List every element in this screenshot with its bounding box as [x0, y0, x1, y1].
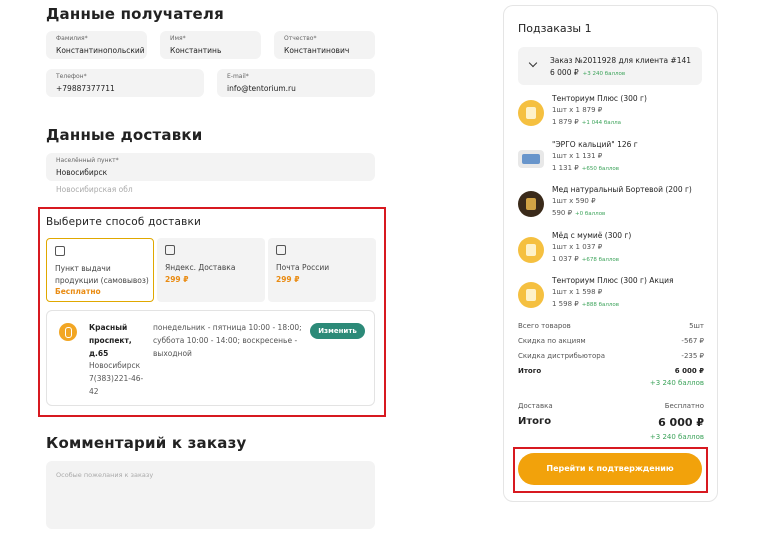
item-qty: 1шт x 1 037 ₽	[552, 243, 603, 251]
delivery-option-price: 299 ₽	[165, 275, 189, 284]
item-price: 1 598 ₽ +888 баллов	[552, 300, 619, 308]
product-thumbnail	[518, 237, 544, 263]
subtotal-row: Итого 6 000 ₽	[518, 367, 704, 375]
comment-input[interactable]: Особые пожелания к заказу	[46, 461, 375, 529]
delivery-row: Доставка Бесплатно	[518, 402, 704, 410]
item-name: "ЭРГО кальций" 126 г	[552, 140, 638, 149]
delivery-option-pickup[interactable]: Пункт выдачи продукции (самовывоз) Беспл…	[46, 238, 154, 302]
email-value: info@tentorium.ru	[227, 84, 296, 93]
order-title: Заказ №2011928 для клиента #141	[550, 56, 692, 65]
promo-discount-row: Скидка по акциям -567 ₽	[518, 337, 704, 345]
delivery-option-name: Пункт выдачи продукции (самовывоз)	[55, 264, 149, 285]
tentorium-logo-icon	[59, 323, 77, 341]
pickup-point-card: Красный проспект, д.65 Новосибирск 7(383…	[46, 310, 375, 406]
surname-value: Константинопольский	[56, 46, 145, 55]
delivery-option-price: Бесплатно	[55, 287, 101, 296]
list-item: Тенториум Плюс (300 г) Акция 1шт x 1 598…	[518, 276, 708, 318]
item-name: Тенториум Плюс (300 г)	[552, 94, 647, 103]
pickup-address: Красный проспект, д.65	[89, 323, 132, 358]
list-item: Мёд с мумиё (300 г) 1шт x 1 037 ₽ 1 037 …	[518, 231, 708, 273]
delivery-option-post[interactable]: Почта России 299 ₽	[268, 238, 376, 302]
region-hint: Новосибирская обл	[56, 185, 133, 194]
delivery-option-name: Почта России	[276, 263, 330, 272]
order-accordion[interactable]: Заказ №2011928 для клиента #141 6 000 ₽ +…	[518, 47, 702, 85]
pickup-hours: понедельник - пятница 10:00 - 18:00; суб…	[153, 323, 302, 358]
delivery-option-yandex[interactable]: Яндекс. Доставка 299 ₽	[157, 238, 265, 302]
product-thumbnail	[518, 191, 544, 217]
phone-label: Телефон*	[56, 73, 87, 80]
phone-field[interactable]: Телефон* +79887377711	[46, 69, 204, 97]
bag-icon	[55, 246, 65, 256]
list-item: "ЭРГО кальций" 126 г 1шт x 1 131 ₽ 1 131…	[518, 140, 708, 182]
list-item: Тенториум Плюс (300 г) 1шт x 1 879 ₽ 1 8…	[518, 94, 708, 136]
item-name: Тенториум Плюс (300 г) Акция	[552, 276, 674, 285]
bag-check-icon	[165, 245, 175, 255]
name-value: Константинь	[170, 46, 222, 55]
item-name: Мед натуральный Бортевой (200 г)	[552, 185, 692, 194]
delivery-method-title: Выберите способ доставки	[46, 216, 202, 228]
delivery-option-price: 299 ₽	[276, 275, 300, 284]
comment-placeholder: Особые пожелания к заказу	[56, 471, 154, 479]
product-thumbnail	[518, 282, 544, 308]
delivery-title: Данные доставки	[46, 126, 203, 144]
recipient-title: Данные получателя	[46, 5, 224, 23]
item-qty: 1шт x 1 131 ₽	[552, 152, 603, 160]
item-price: 1 037 ₽ +678 баллов	[552, 255, 619, 263]
item-qty: 1шт x 590 ₽	[552, 197, 596, 205]
patronymic-value: Константинович	[284, 46, 350, 55]
patronymic-label: Отчество*	[284, 35, 317, 42]
email-label: E-mail*	[227, 73, 249, 80]
surname-label: Фамилия*	[56, 35, 88, 42]
change-pickup-button[interactable]: Изменить	[310, 323, 365, 339]
delivery-option-name: Яндекс. Доставка	[165, 263, 236, 272]
suborders-title: Подзаказы 1	[518, 22, 592, 35]
pickup-city: Новосибирск	[89, 361, 141, 370]
item-qty: 1шт x 1 598 ₽	[552, 288, 603, 296]
patronymic-field[interactable]: Отчество* Константинович	[274, 31, 375, 59]
chevron-down-icon	[528, 58, 538, 68]
item-price: 1 879 ₽ +1 044 балла	[552, 118, 621, 126]
name-label: Имя*	[170, 35, 186, 42]
city-field[interactable]: Населённый пункт* Новосибирск	[46, 153, 375, 181]
list-item: Мед натуральный Бортевой (200 г) 1шт x 5…	[518, 185, 708, 227]
confirm-order-button[interactable]: Перейти к подтверждению	[518, 453, 702, 485]
post-icon	[276, 245, 286, 255]
item-name: Мёд с мумиё (300 г)	[552, 231, 632, 240]
city-value: Новосибирск	[56, 168, 108, 177]
pickup-phone: 7(383)221-46-42	[89, 374, 144, 396]
item-price: 1 131 ₽ +650 баллов	[552, 164, 619, 172]
surname-field[interactable]: Фамилия* Константинопольский	[46, 31, 147, 59]
order-sum: 6 000 ₽ +3 240 баллов	[550, 68, 626, 77]
name-field[interactable]: Имя* Константинь	[160, 31, 261, 59]
product-thumbnail	[518, 100, 544, 126]
total-row: Итого 6 000 ₽	[518, 416, 704, 429]
item-price: 590 ₽ +0 баллов	[552, 209, 606, 217]
order-summary-panel: Подзаказы 1 Заказ №2011928 для клиента #…	[503, 5, 718, 502]
email-field[interactable]: E-mail* info@tentorium.ru	[217, 69, 375, 97]
distributor-discount-row: Скидка дистрибьютора -235 ₽	[518, 352, 704, 360]
comment-title: Комментарий к заказу	[46, 434, 247, 452]
city-label: Населённый пункт*	[56, 157, 119, 164]
total-items-row: Всего товаров 5шт	[518, 322, 704, 330]
item-qty: 1шт x 1 879 ₽	[552, 106, 603, 114]
phone-value: +79887377711	[56, 84, 115, 93]
product-thumbnail	[518, 150, 544, 168]
